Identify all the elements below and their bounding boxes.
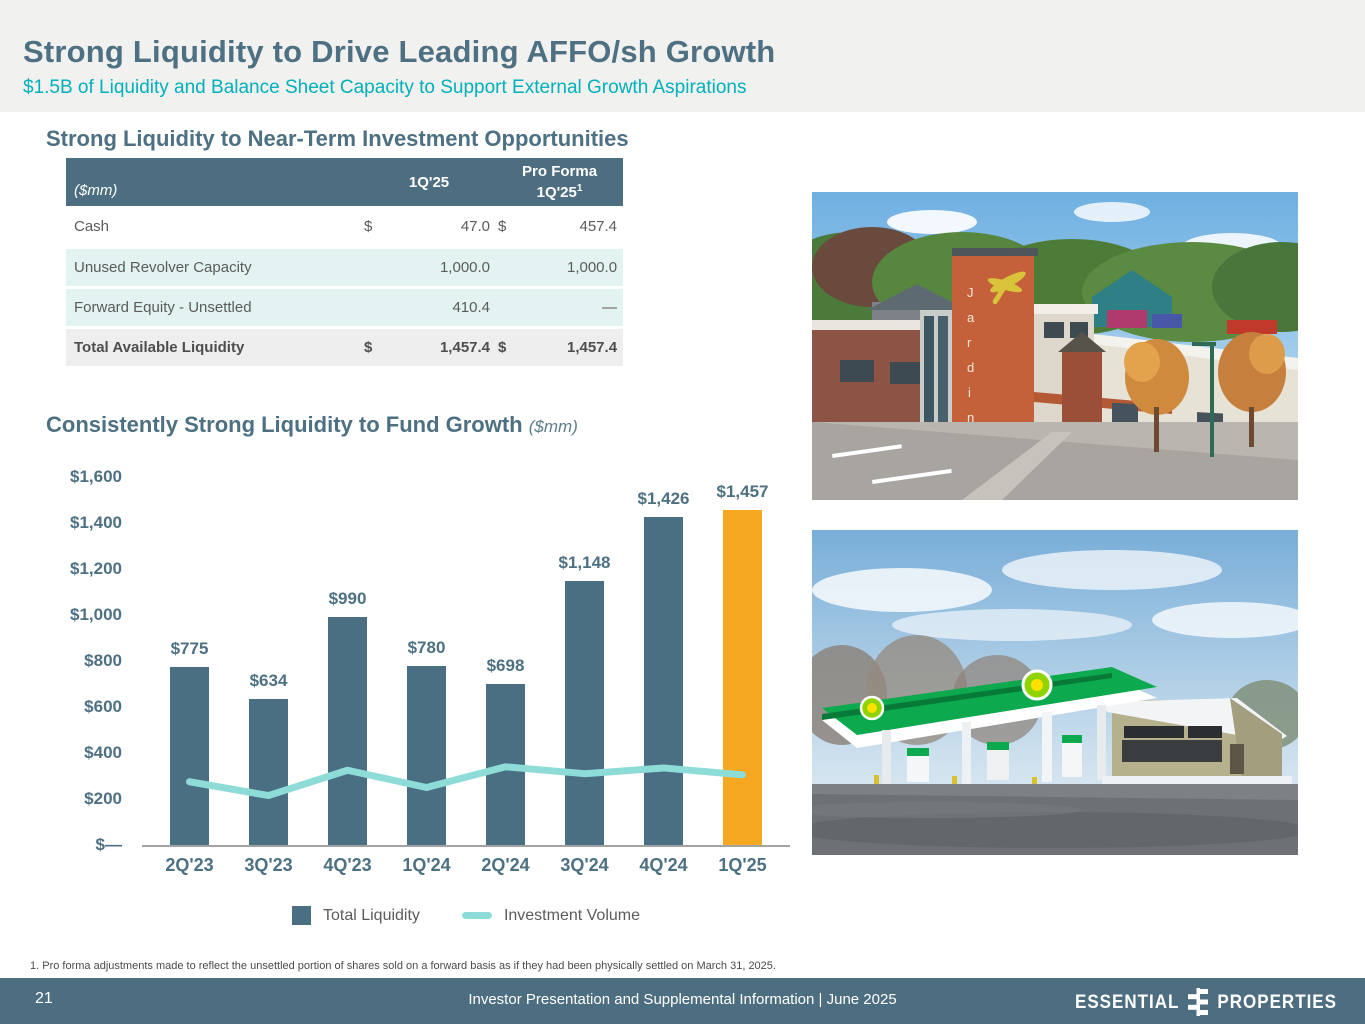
table-cell: Unused Revolver Capacity (66, 246, 362, 286)
page-title: Strong Liquidity to Drive Leading AFFO/s… (23, 34, 775, 70)
svg-text:r: r (967, 335, 972, 350)
table-row: Total Available Liquidity$1,457.4$1,457.… (66, 326, 623, 366)
x-axis-tick-label: 4Q'23 (308, 855, 387, 876)
y-axis-tick-label: $200 (34, 788, 122, 810)
table-cell: $ (362, 326, 396, 366)
page-subtitle: $1.5B of Liquidity and Balance Sheet Cap… (23, 77, 746, 99)
table-cell (362, 286, 396, 326)
table-cell: 1,457.4 (396, 326, 496, 366)
footnote: 1. Pro forma adjustments made to reflect… (30, 960, 776, 972)
property-photo-gas-station (812, 530, 1298, 855)
x-axis-tick-label: 2Q'24 (466, 855, 545, 876)
x-axis-tick-label: 2Q'23 (150, 855, 229, 876)
table-cell: 1,457.4 (538, 326, 623, 366)
svg-text:i: i (968, 385, 971, 400)
x-axis-tick-label: 3Q'24 (545, 855, 624, 876)
x-axis-tick-label: 1Q'25 (703, 855, 782, 876)
line-swatch-icon (462, 912, 492, 919)
chart-section-heading: Consistently Strong Liquidity to Fund Gr… (46, 412, 578, 438)
table-cell: 457.4 (538, 206, 623, 246)
table-row: Unused Revolver Capacity 1,000.0 1,000.0 (66, 246, 623, 286)
table-cell (362, 246, 396, 286)
liquidity-bar-chart: $1,600 $1,400 $1,200 $1,000 $800 $600 $400 $200… (34, 468, 782, 948)
table-cell: 1,000.0 (396, 246, 496, 286)
header-band: Strong Liquidity to Drive Leading AFFO/s… (0, 0, 1365, 112)
y-axis-tick-label: $600 (34, 696, 122, 718)
property-photo-daycare: J a r d i n (812, 192, 1298, 500)
x-axis-tick-label: 1Q'24 (387, 855, 466, 876)
table-col-proforma: Pro Forma 1Q'251 (496, 158, 623, 206)
chart-legend: Total Liquidity Investment Volume (150, 906, 782, 925)
table-cell (496, 246, 538, 286)
svg-text:a: a (967, 310, 975, 325)
x-axis-labels: 2Q'233Q'234Q'231Q'242Q'243Q'244Q'241Q'25 (150, 855, 782, 879)
table-cell: $ (496, 326, 538, 366)
logo-word-essential: ESSENTIAL (1075, 991, 1179, 1014)
investment-volume-line (150, 477, 782, 845)
table-row: Forward Equity - Unsettled 410.4 — (66, 286, 623, 326)
y-axis-tick-label: $1,400 (34, 512, 122, 534)
y-axis-tick-label: $1,200 (34, 558, 122, 580)
table-cell: 410.4 (396, 286, 496, 326)
table-cell: Forward Equity - Unsettled (66, 286, 362, 326)
table-col-1q25: 1Q'25 (362, 158, 496, 206)
x-axis-line (142, 845, 790, 847)
table-cell (496, 286, 538, 326)
liquidity-table-header-row: ($mm) 1Q'25 Pro Forma 1Q'251 (66, 158, 623, 206)
svg-text:d: d (967, 360, 974, 375)
table-cell: 47.0 (396, 206, 496, 246)
chart-unit-label: ($mm) (529, 417, 578, 436)
table-section-heading: Strong Liquidity to Near-Term Investment… (46, 126, 629, 152)
bar-swatch-icon (292, 906, 311, 925)
essential-properties-logo-icon (1187, 988, 1209, 1016)
chart-plot-area: $775$634$990$780$698$1,148$1,426$1,457 (150, 477, 782, 845)
svg-text:J: J (967, 285, 974, 300)
table-cell: $ (362, 206, 396, 246)
table-unit-label: ($mm) (66, 158, 362, 206)
table-row: Cash$47.0$457.4 (66, 206, 623, 246)
legend-item-investment-volume: Investment Volume (462, 907, 640, 925)
y-axis-tick-label: $1,600 (34, 466, 122, 488)
logo-word-properties: PROPERTIES (1217, 991, 1337, 1014)
x-axis-tick-label: 3Q'23 (229, 855, 308, 876)
table-cell: 1,000.0 (538, 246, 623, 286)
legend-item-total-liquidity: Total Liquidity (292, 906, 420, 925)
x-axis-tick-label: 4Q'24 (624, 855, 703, 876)
table-cell: Total Available Liquidity (66, 326, 362, 366)
y-axis-tick-label: $— (34, 834, 122, 856)
y-axis-tick-label: $800 (34, 650, 122, 672)
table-cell: Cash (66, 206, 362, 246)
y-axis-tick-label: $400 (34, 742, 122, 764)
liquidity-table: ($mm) 1Q'25 Pro Forma 1Q'251 Cash$47.0$4… (66, 158, 623, 366)
table-cell: $ (496, 206, 538, 246)
table-cell: — (538, 286, 623, 326)
footer-bar: 21 Investor Presentation and Supplementa… (0, 978, 1365, 1024)
company-logo: ESSENTIAL PROPERTIES (1075, 988, 1337, 1016)
y-axis-tick-label: $1,000 (34, 604, 122, 626)
